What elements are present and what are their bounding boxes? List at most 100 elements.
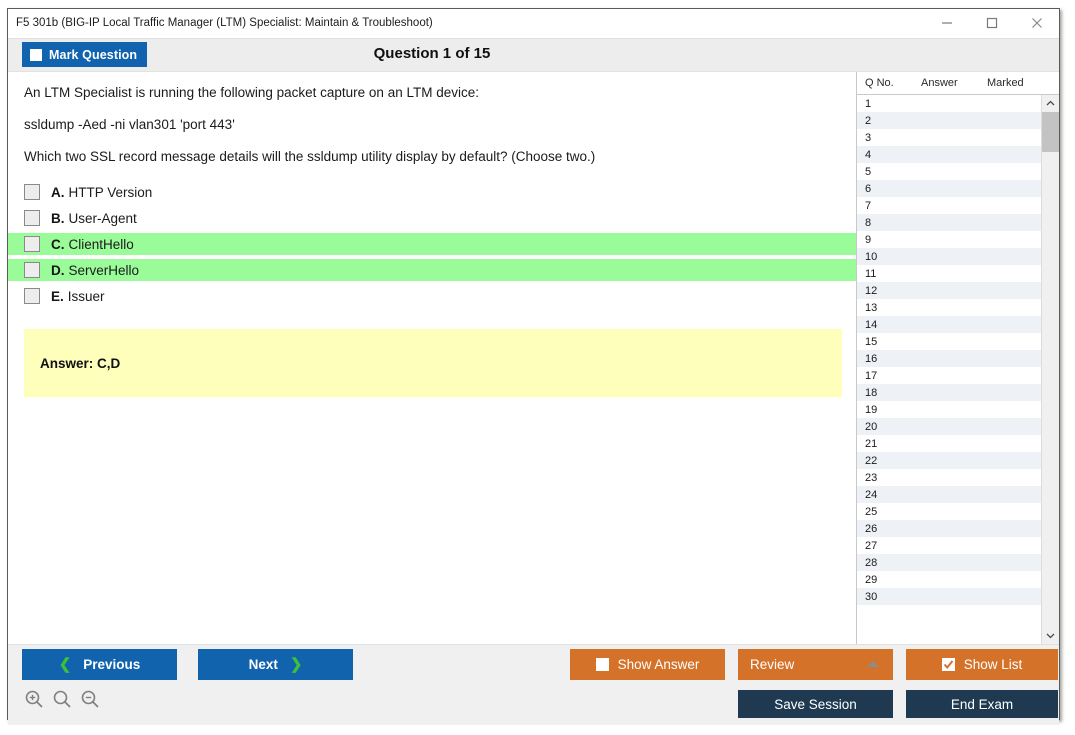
answer-reveal-box: Answer: C,D	[24, 329, 842, 397]
question-list-row[interactable]: 6	[857, 180, 1041, 197]
question-list-row[interactable]: 30	[857, 588, 1041, 605]
option-text-d: ServerHello	[68, 262, 140, 278]
show-list-label: Show List	[963, 657, 1023, 672]
exam-window: F5 301b (BIG-IP Local Traffic Manager (L…	[7, 8, 1060, 725]
end-exam-button[interactable]: End Exam	[906, 690, 1058, 718]
option-row-b[interactable]: B. User-Agent	[8, 207, 856, 229]
question-list-cell-c1: 24	[865, 488, 878, 501]
question-list-cell-c1: 16	[865, 352, 878, 365]
question-list-cell-c1: 26	[865, 522, 878, 535]
question-list-row[interactable]: 20	[857, 418, 1041, 435]
question-list-row[interactable]: 25	[857, 503, 1041, 520]
option-text-a: HTTP Version	[68, 184, 153, 200]
option-row-d[interactable]: D. ServerHello	[8, 259, 856, 281]
question-list-row[interactable]: 29	[857, 571, 1041, 588]
question-list-row[interactable]: 24	[857, 486, 1041, 503]
question-list-row[interactable]: 4	[857, 146, 1041, 163]
option-row-c[interactable]: C. ClientHello	[8, 233, 856, 255]
option-row-e[interactable]: E. Issuer	[8, 285, 856, 307]
question-list-row[interactable]: 28	[857, 554, 1041, 571]
question-list-row[interactable]: 17	[857, 367, 1041, 384]
question-content: An LTM Specialist is running the followi…	[8, 72, 856, 644]
question-list-row[interactable]: 10	[857, 248, 1041, 265]
option-checkbox-b[interactable]	[24, 210, 40, 226]
scroll-up-arrow-icon[interactable]	[1042, 95, 1059, 112]
next-button[interactable]: Next ❯	[198, 649, 353, 680]
show-answer-button[interactable]: Show Answer	[570, 649, 725, 680]
previous-button[interactable]: ❮ Previous	[22, 649, 177, 680]
question-list-cell-c1: 21	[865, 437, 878, 450]
question-list-row[interactable]: 11	[857, 265, 1041, 282]
chevron-left-icon: ❮	[58, 656, 72, 673]
option-letter-c: C.	[51, 236, 65, 252]
question-list-row[interactable]: 21	[857, 435, 1041, 452]
close-icon[interactable]	[1014, 9, 1059, 37]
question-list-row[interactable]: 3	[857, 129, 1041, 146]
question-list-scrollbar[interactable]	[1041, 95, 1059, 644]
option-text-e: Issuer	[67, 288, 105, 304]
question-list-row[interactable]: 26	[857, 520, 1041, 537]
answer-options-list: A. HTTP Version B. User-Agent C. ClientH…	[8, 181, 856, 307]
question-list-cell-c1: 20	[865, 420, 878, 433]
question-list-row[interactable]: 7	[857, 197, 1041, 214]
question-list-row[interactable]: 8	[857, 214, 1041, 231]
question-list-row[interactable]: 23	[857, 469, 1041, 486]
option-checkbox-a[interactable]	[24, 184, 40, 200]
question-list-cell-c1: 14	[865, 318, 878, 331]
show-answer-label: Show Answer	[617, 657, 700, 672]
review-dropdown[interactable]: Review	[738, 649, 893, 680]
question-list-cell-c1: 2	[865, 114, 872, 127]
review-dropdown-label: Review	[750, 657, 795, 672]
question-list-row[interactable]: 27	[857, 537, 1041, 554]
save-session-button[interactable]: Save Session	[738, 690, 893, 718]
question-list-cell-c1: 7	[865, 199, 872, 212]
show-list-button[interactable]: Show List	[906, 649, 1058, 680]
window-controls	[924, 9, 1059, 37]
option-row-a[interactable]: A. HTTP Version	[8, 181, 856, 203]
question-list-row[interactable]: 12	[857, 282, 1041, 299]
option-letter-d: D.	[51, 262, 65, 278]
question-list-cell-c1: 3	[865, 131, 872, 144]
question-list-cell-c1: 28	[865, 556, 878, 569]
question-counter-wrapper: Question 1 of 15	[8, 45, 1059, 62]
scrollbar-track[interactable]	[1042, 112, 1059, 627]
question-list-row[interactable]: 1	[857, 95, 1041, 112]
question-list-row[interactable]: 14	[857, 316, 1041, 333]
maximize-icon[interactable]	[969, 9, 1014, 37]
window-title: F5 301b (BIG-IP Local Traffic Manager (L…	[16, 17, 433, 29]
question-list-cell-c1: 18	[865, 386, 878, 399]
question-prompt-line: Which two SSL record message details wil…	[24, 149, 596, 164]
chevron-up-icon	[867, 661, 879, 667]
question-list-cell-c1: 22	[865, 454, 878, 467]
zoom-controls	[24, 689, 100, 714]
option-text-b: User-Agent	[68, 210, 137, 226]
question-list-row[interactable]: 2	[857, 112, 1041, 129]
question-list-cell-c1: 9	[865, 233, 872, 246]
body-area: An LTM Specialist is running the followi…	[8, 72, 1059, 644]
question-list-row[interactable]: 16	[857, 350, 1041, 367]
question-list-row[interactable]: 19	[857, 401, 1041, 418]
question-list-row[interactable]: 13	[857, 299, 1041, 316]
zoom-in-icon[interactable]	[24, 689, 44, 714]
zoom-out-icon[interactable]	[80, 689, 100, 714]
question-list-cell-c1: 27	[865, 539, 878, 552]
question-list-cell-c1: 10	[865, 250, 878, 263]
minimize-icon[interactable]	[924, 9, 969, 37]
question-list-row[interactable]: 15	[857, 333, 1041, 350]
option-checkbox-d[interactable]	[24, 262, 40, 278]
show-list-checkbox-icon[interactable]	[941, 658, 955, 671]
question-list-row[interactable]: 9	[857, 231, 1041, 248]
option-checkbox-c[interactable]	[24, 236, 40, 252]
question-list-row[interactable]: 18	[857, 384, 1041, 401]
show-answer-checkbox-icon[interactable]	[595, 658, 609, 671]
zoom-reset-icon[interactable]	[52, 689, 72, 714]
option-checkbox-e[interactable]	[24, 288, 40, 304]
question-list-row[interactable]: 22	[857, 452, 1041, 469]
scroll-down-arrow-icon[interactable]	[1042, 627, 1059, 644]
question-list-row[interactable]: 5	[857, 163, 1041, 180]
scrollbar-thumb[interactable]	[1042, 112, 1059, 152]
question-list-cell-c1: 4	[865, 148, 872, 161]
question-stem-line-1: An LTM Specialist is running the followi…	[24, 85, 479, 100]
question-list-cell-c1: 12	[865, 284, 878, 297]
next-button-label: Next	[248, 657, 278, 672]
